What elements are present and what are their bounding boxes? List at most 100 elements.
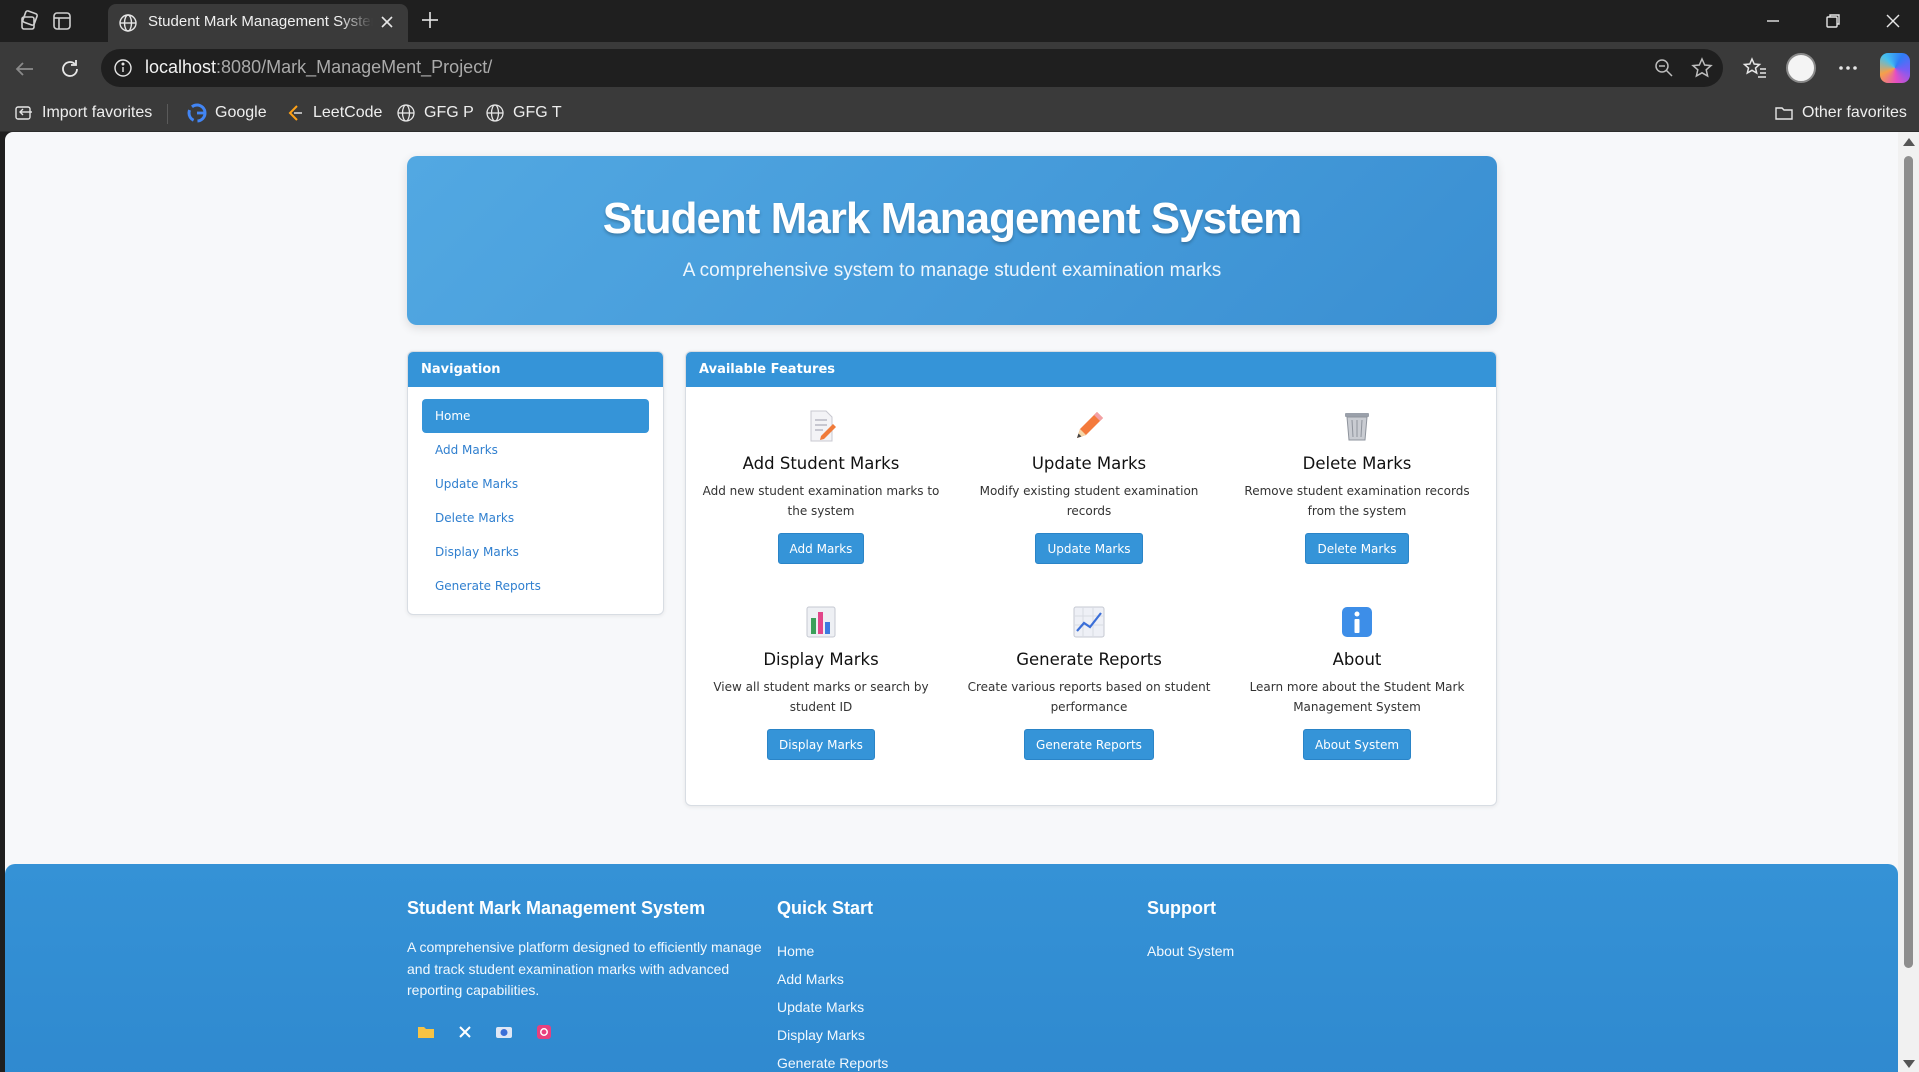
feature-title: Update Marks <box>1031 454 1147 473</box>
bar-chart-icon <box>806 606 836 638</box>
nav-item-add-marks[interactable]: Add Marks <box>422 433 649 467</box>
favorites-divider <box>167 104 168 124</box>
feature-description: Modify existing student examination reco… <box>979 484 1199 518</box>
favorites-bar: Import favorites Google LeetCode GFG P G… <box>0 94 1919 132</box>
about-system-button[interactable]: About System <box>1302 729 1412 760</box>
vertical-tabs-icon[interactable] <box>50 9 74 33</box>
feature-title: Add Student Marks <box>742 454 900 473</box>
address-bar-row: localhost:8080/Mark_ManageMent_Project/ <box>0 42 1919 94</box>
scrollbar-thumb[interactable] <box>1904 156 1913 968</box>
nav-item-display-marks[interactable]: Display Marks <box>422 535 649 569</box>
pencil-icon <box>1077 412 1103 438</box>
footer-description: A comprehensive platform designed to eff… <box>407 939 762 998</box>
favorite-star-icon[interactable] <box>1691 57 1713 79</box>
url-bar[interactable]: localhost:8080/Mark_ManageMent_Project/ <box>101 49 1723 87</box>
close-tab-icon[interactable] <box>378 13 396 31</box>
navigation-card: Navigation Home Add Marks Update Marks D… <box>407 351 664 615</box>
url-text: localhost:8080/Mark_ManageMent_Project/ <box>145 57 493 77</box>
tab-title: Student Mark Management System <box>148 13 373 30</box>
info-icon <box>1342 607 1372 637</box>
x-icon[interactable] <box>457 1024 473 1040</box>
restore-icon[interactable] <box>1822 10 1844 32</box>
other-favorites[interactable]: Other favorites <box>1774 102 1907 124</box>
feature-description: Add new student examination marks to the… <box>702 484 940 518</box>
back-icon[interactable] <box>12 56 38 82</box>
footer-brand-title: Student Mark Management System <box>407 898 706 918</box>
page-title: Student Mark Management System <box>602 194 1303 243</box>
feature-generate-reports: Generate Reports Create various reports … <box>958 604 1220 760</box>
browser-tab-bar: Student Mark Management System <box>0 0 1919 42</box>
feature-add-marks: Add Student Marks Add new student examin… <box>690 408 952 564</box>
nav-item-home[interactable]: Home <box>422 399 649 433</box>
leetcode-icon <box>288 105 302 121</box>
update-marks-button[interactable]: Update Marks <box>1035 533 1143 564</box>
navigation-list: Home Add Marks Update Marks Delete Marks… <box>408 387 663 614</box>
refresh-icon[interactable] <box>57 56 83 82</box>
feature-update-marks: Update Marks Modify existing student exa… <box>958 408 1220 564</box>
footer-link-display-marks[interactable]: Display Marks <box>777 1021 888 1049</box>
footer-link-update-marks[interactable]: Update Marks <box>777 993 888 1021</box>
social-icons <box>417 1024 767 1040</box>
feature-title: Generate Reports <box>1016 650 1162 669</box>
scroll-up-arrow-icon[interactable] <box>1903 138 1915 146</box>
feature-display-marks: Display Marks View all student marks or … <box>690 604 952 760</box>
favorites-icon[interactable] <box>1741 54 1769 82</box>
globe-icon <box>486 104 504 122</box>
instagram-icon[interactable] <box>535 1024 553 1040</box>
feature-title: Display Marks <box>763 650 879 669</box>
footer-link-home[interactable]: Home <box>777 937 888 965</box>
new-tab-icon[interactable] <box>418 8 442 32</box>
feature-description: Create various reports based on student … <box>967 680 1211 714</box>
footer-quick-start-title: Quick Start <box>777 898 874 918</box>
footer-about-column: Student Mark Management System A compreh… <box>407 898 767 1040</box>
folder-outline-icon <box>1775 107 1793 120</box>
footer-support-title: Support <box>1147 898 1216 918</box>
more-options-icon[interactable] <box>1834 54 1862 82</box>
feature-about: About Learn more about the Student Mark … <box>1226 604 1488 760</box>
hero-banner: Student Mark Management System A compreh… <box>407 156 1497 325</box>
page-scrollbar[interactable] <box>1898 132 1919 1072</box>
profile-avatar[interactable] <box>1786 53 1816 83</box>
generate-reports-button[interactable]: Generate Reports <box>1024 729 1154 760</box>
site-footer: Student Mark Management System A compreh… <box>5 864 1898 1072</box>
nav-item-delete-marks[interactable]: Delete Marks <box>422 501 649 535</box>
close-window-icon[interactable] <box>1882 10 1904 32</box>
minimize-icon[interactable] <box>1762 10 1784 32</box>
wastebasket-icon <box>1345 413 1369 441</box>
active-tab[interactable]: Student Mark Management System <box>108 4 408 42</box>
footer-quick-start-column: Quick Start Home Add Marks Update Marks … <box>777 898 888 1072</box>
import-icon <box>15 106 32 120</box>
favorite-gfg-p[interactable]: GFG P <box>396 102 474 124</box>
feature-title: Delete Marks <box>1302 454 1412 473</box>
line-chart-icon <box>1073 606 1105 638</box>
nav-item-generate-reports[interactable]: Generate Reports <box>422 569 649 603</box>
globe-icon <box>397 104 415 122</box>
delete-marks-button[interactable]: Delete Marks <box>1305 533 1409 564</box>
feature-description: Remove student examination records from … <box>1244 484 1470 518</box>
add-marks-button[interactable]: Add Marks <box>777 533 865 564</box>
feature-delete-marks: Delete Marks Remove student examination … <box>1226 408 1488 564</box>
favorite-leetcode[interactable]: LeetCode <box>285 102 382 124</box>
copilot-icon[interactable] <box>1880 53 1910 83</box>
scroll-down-arrow-icon[interactable] <box>1903 1060 1915 1068</box>
features-heading: Available Features <box>686 352 1496 387</box>
favorite-google[interactable]: Google <box>187 102 267 124</box>
site-info-icon[interactable] <box>113 58 133 78</box>
folder-icon[interactable] <box>417 1024 435 1040</box>
page-subtitle: A comprehensive system to manage student… <box>682 260 1222 281</box>
camera-icon[interactable] <box>495 1024 513 1040</box>
globe-icon <box>119 14 137 32</box>
features-card: Available Features Add Student Marks Add… <box>685 351 1497 806</box>
feature-description: View all student marks or search by stud… <box>713 680 929 714</box>
zoom-icon[interactable] <box>1653 57 1675 79</box>
favorite-import[interactable]: Import favorites <box>14 102 152 124</box>
workspaces-icon[interactable] <box>18 9 42 33</box>
footer-link-generate-reports[interactable]: Generate Reports <box>777 1049 888 1072</box>
footer-link-add-marks[interactable]: Add Marks <box>777 965 888 993</box>
footer-link-about-system[interactable]: About System <box>1147 937 1234 965</box>
page-viewport: Student Mark Management System A compreh… <box>5 132 1898 1072</box>
google-icon <box>187 103 207 123</box>
nav-item-update-marks[interactable]: Update Marks <box>422 467 649 501</box>
display-marks-button[interactable]: Display Marks <box>767 729 875 760</box>
favorite-gfg-t[interactable]: GFG T <box>485 102 562 124</box>
